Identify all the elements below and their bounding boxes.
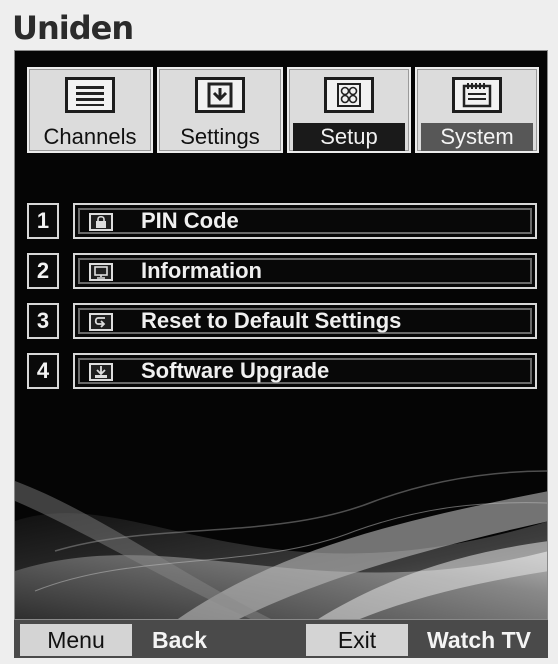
lock-icon <box>89 213 113 231</box>
uniden-logo: Uniden <box>12 9 134 47</box>
menu-number: 4 <box>27 353 59 389</box>
monitor-icon <box>89 263 113 281</box>
tab-label: Setup <box>293 123 405 151</box>
exit-button[interactable]: Exit <box>306 624 408 656</box>
menu-item-label: Information <box>141 258 262 283</box>
menu-item-reset-default-settings[interactable]: Reset to Default Settings <box>73 303 537 339</box>
back-button[interactable]: Back <box>138 624 228 656</box>
tab-label: Settings <box>180 124 260 149</box>
calendar-icon <box>452 77 502 113</box>
menu-item-label: Reset to Default Settings <box>141 308 402 333</box>
upgrade-icon <box>89 363 113 381</box>
menu-number: 2 <box>27 253 59 289</box>
menu-item-label: Software Upgrade <box>141 358 330 383</box>
tab-settings[interactable]: Settings <box>157 67 283 153</box>
tab-label: Channels <box>43 124 137 149</box>
tab-label: System <box>421 123 533 151</box>
menu-item-information[interactable]: Information <box>73 253 537 289</box>
menu-item-label: PIN Code <box>141 208 239 233</box>
tab-system[interactable]: System <box>415 67 539 153</box>
tab-setup[interactable]: Setup <box>287 67 411 153</box>
menu-number: 1 <box>27 203 59 239</box>
tab-channels[interactable]: Channels <box>27 67 153 153</box>
tv-menu-screen: Channels Settings Setup System 1 PIN Cod… <box>14 50 548 620</box>
grid-icon <box>324 77 374 113</box>
menu-number: 3 <box>27 303 59 339</box>
menu-item-software-upgrade[interactable]: Software Upgrade <box>73 353 537 389</box>
list-icon <box>65 77 115 113</box>
watch-tv-button[interactable]: Watch TV <box>412 624 546 656</box>
reset-arrow-icon <box>89 313 113 331</box>
menu-button[interactable]: Menu <box>20 624 132 656</box>
menu-item-pin-code[interactable]: PIN Code <box>73 203 537 239</box>
download-box-icon <box>195 77 245 113</box>
bottom-nav-bar: Menu Back Exit Watch TV <box>14 620 548 658</box>
